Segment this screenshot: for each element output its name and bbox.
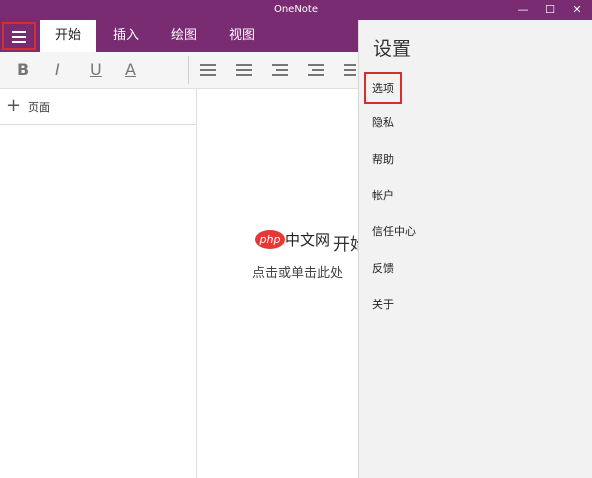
- bullet-list-icon[interactable]: [200, 62, 216, 78]
- minimize-button[interactable]: —: [510, 0, 536, 20]
- tab-draw[interactable]: 绘图: [156, 20, 212, 52]
- settings-item-trust-center[interactable]: 信任中心: [372, 223, 416, 239]
- settings-item-help[interactable]: 帮助: [372, 151, 394, 167]
- note-canvas[interactable]: php 中文网 开始 点击或单击此处: [197, 89, 367, 478]
- decrease-indent-icon[interactable]: [272, 62, 288, 78]
- settings-item-privacy[interactable]: 隐私: [372, 114, 394, 130]
- maximize-button[interactable]: ☐: [537, 0, 563, 20]
- window-title: OneNote: [273, 4, 319, 15]
- increase-indent-icon[interactable]: [308, 62, 324, 78]
- canvas-hint-subtitle: 点击或单击此处: [252, 266, 344, 281]
- font-color-button[interactable]: A: [125, 60, 136, 79]
- hamburger-icon: [12, 31, 26, 33]
- tab-home[interactable]: 开始: [40, 20, 96, 52]
- italic-button[interactable]: I: [55, 60, 60, 79]
- add-page-button[interactable]: + 页面: [0, 89, 196, 125]
- settings-item-account[interactable]: 帐户: [372, 187, 394, 203]
- underline-button[interactable]: U: [90, 60, 102, 79]
- watermark-text: 中文网: [285, 231, 331, 249]
- page-list-sidebar: + 页面: [0, 89, 197, 478]
- settings-title: 设置: [373, 38, 412, 60]
- plus-icon: +: [6, 95, 22, 116]
- hamburger-menu-button[interactable]: [2, 22, 36, 50]
- numbered-list-icon[interactable]: [236, 62, 252, 78]
- settings-item-options[interactable]: 选项: [364, 72, 402, 104]
- tab-view[interactable]: 视图: [214, 20, 270, 52]
- ribbon-divider: [188, 56, 189, 84]
- settings-item-about[interactable]: 关于: [372, 296, 394, 312]
- settings-item-feedback[interactable]: 反馈: [372, 260, 394, 276]
- add-page-label: 页面: [28, 101, 50, 114]
- title-bar: OneNote — ☐ ✕: [0, 0, 592, 20]
- hamburger-icon-line: [12, 36, 26, 38]
- php-logo: php: [255, 230, 285, 249]
- tab-insert[interactable]: 插入: [98, 20, 154, 52]
- settings-panel: 设置 选项 隐私 帮助 帐户 信任中心 反馈 关于: [358, 20, 592, 478]
- close-button[interactable]: ✕: [564, 0, 590, 20]
- bold-button[interactable]: B: [17, 60, 29, 79]
- hamburger-icon-line: [12, 41, 26, 43]
- align-icon[interactable]: [344, 62, 356, 78]
